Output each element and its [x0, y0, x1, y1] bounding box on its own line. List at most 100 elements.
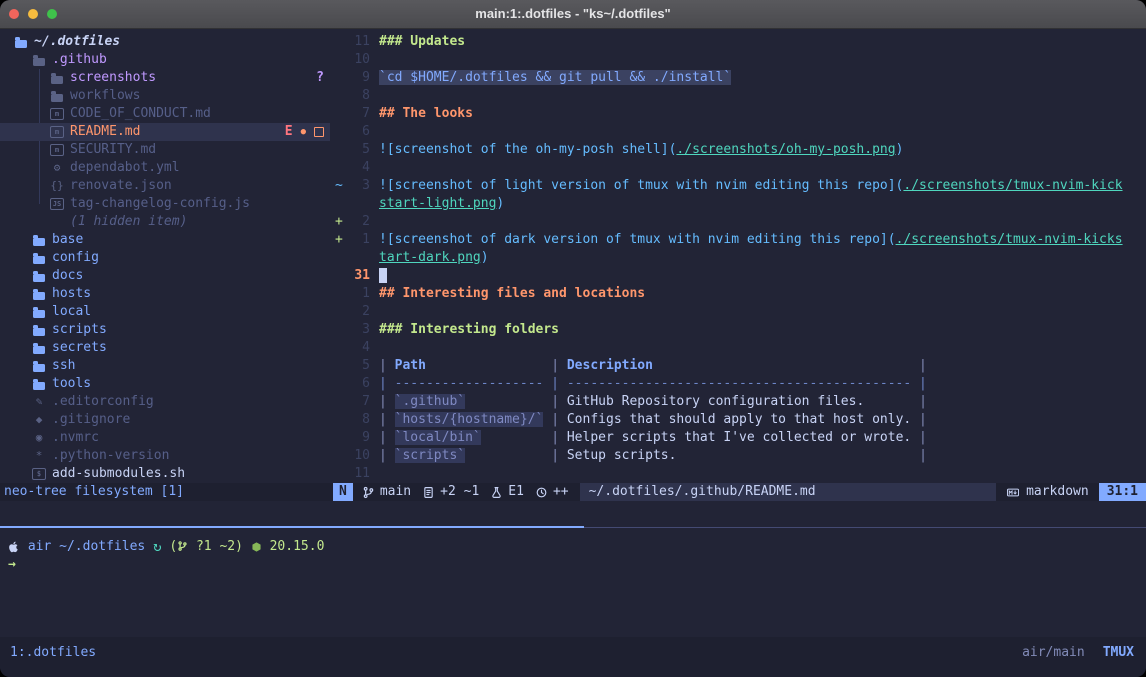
tree-item[interactable]: workflows: [0, 87, 330, 105]
tree-item[interactable]: hosts: [0, 285, 330, 303]
editor-line[interactable]: 2: [330, 303, 1146, 321]
editor-line[interactable]: 6: [330, 123, 1146, 141]
tree-item-label: README.md: [70, 123, 140, 141]
editor-line[interactable]: 7| `.github` | GitHub Repository configu…: [330, 393, 1146, 411]
editor-line[interactable]: 9`cd $HOME/.dotfiles && git pull && ./in…: [330, 69, 1146, 87]
editor-line[interactable]: 10| `scripts` | Setup scripts. |: [330, 447, 1146, 465]
file-icon: [422, 486, 435, 499]
line-number: [346, 249, 370, 267]
tree-item[interactable]: local: [0, 303, 330, 321]
tree-item[interactable]: *.python-version: [0, 447, 330, 465]
tree-item[interactable]: mCODE_OF_CONDUCT.md: [0, 105, 330, 123]
tree-item-label: tools: [52, 375, 91, 393]
diagnostics: E1: [490, 483, 524, 501]
tree-item[interactable]: .github: [0, 51, 330, 69]
tree-item[interactable]: mREADME.mdE●: [0, 123, 330, 141]
git-status-badges: ?: [316, 69, 324, 87]
editor-line[interactable]: 5| Path | Description |: [330, 357, 1146, 375]
gutter-sign: [330, 159, 346, 177]
editor-buffer[interactable]: 11### Updates 10 9`cd $HOME/.dotfiles &&…: [330, 33, 1146, 483]
git-status-counts: ?1 ~2: [196, 539, 235, 554]
asterisk-icon: *: [32, 449, 46, 463]
close-button[interactable]: [9, 9, 19, 19]
markdown-icon: m: [50, 143, 64, 157]
pencil-icon: ✎: [32, 395, 46, 409]
tree-item[interactable]: screenshots?: [0, 69, 330, 87]
tree-item-label: .editorconfig: [52, 393, 154, 411]
git-branch-icon: [362, 486, 375, 499]
line-text: [370, 339, 379, 357]
tmux-window-item[interactable]: 1:.dotfiles: [10, 644, 96, 662]
tree-item[interactable]: ◆.gitignore: [0, 411, 330, 429]
tree-item[interactable]: config: [0, 249, 330, 267]
editor-line[interactable]: 3### Interesting folders: [330, 321, 1146, 339]
editor-line[interactable]: 6| ------------------- | ---------------…: [330, 375, 1146, 393]
tree-item-label: secrets: [52, 339, 107, 357]
tree-item-label: .github: [52, 51, 107, 69]
tree-item[interactable]: mSECURITY.md: [0, 141, 330, 159]
tree-item[interactable]: ~/.dotfiles: [0, 33, 330, 51]
line-number: 31: [346, 267, 370, 285]
tree-item[interactable]: ⚙dependabot.yml: [0, 159, 330, 177]
git-branch: main: [362, 483, 411, 501]
braces-icon: {}: [50, 179, 64, 193]
gutter-sign: [330, 357, 346, 375]
tree-item[interactable]: ✎ .editorconfig: [0, 393, 330, 411]
tmux-pane-border-active[interactable]: [0, 526, 584, 528]
editor-line[interactable]: tart-dark.png): [330, 249, 1146, 267]
tree-item[interactable]: scripts: [0, 321, 330, 339]
shell-pane[interactable]: air ~/.dotfiles ↻ ( ?1 ~2) 20.15.0 →: [8, 538, 1146, 574]
git-branch-icon: [177, 540, 188, 552]
line-number: 11: [346, 465, 370, 483]
tree-item[interactable]: {}renovate.json: [0, 177, 330, 195]
editor-line[interactable]: 4: [330, 339, 1146, 357]
folder-icon: [32, 305, 46, 319]
zoom-button[interactable]: [47, 9, 57, 19]
editor-line[interactable]: 5![screenshot of the oh-my-posh shell](.…: [330, 141, 1146, 159]
tree-item[interactable]: ssh: [0, 357, 330, 375]
tree-item[interactable]: ◉.nvmrc: [0, 429, 330, 447]
tree-item[interactable]: $add-submodules.sh: [0, 465, 330, 483]
line-text: [370, 123, 379, 141]
line-number: 5: [346, 357, 370, 375]
tree-item[interactable]: (1 hidden item): [0, 213, 330, 231]
editor-line[interactable]: ~3![screenshot of light version of tmux …: [330, 177, 1146, 195]
line-text: start-light.png): [370, 195, 504, 213]
gutter-sign: +: [330, 231, 346, 249]
tree-item-label: hosts: [52, 285, 91, 303]
tree-item[interactable]: docs: [0, 267, 330, 285]
gutter-sign: [330, 267, 346, 285]
editor-line[interactable]: 31: [330, 267, 1146, 285]
tree-item[interactable]: JStag-changelog-config.js: [0, 195, 330, 213]
editor-line[interactable]: +2: [330, 213, 1146, 231]
ring-icon: ◉: [32, 431, 46, 445]
editor-line[interactable]: 1## Interesting files and locations: [330, 285, 1146, 303]
gutter-sign: [330, 105, 346, 123]
tree-item[interactable]: base: [0, 231, 330, 249]
modified-square-icon: [314, 127, 324, 137]
minimize-button[interactable]: [28, 9, 38, 19]
editor-line[interactable]: 8| `hosts/{hostname}/` | Configs that sh…: [330, 411, 1146, 429]
editor-line[interactable]: 9| `local/bin` | Helper scripts that I'v…: [330, 429, 1146, 447]
neo-tree-sidebar[interactable]: ~/.dotfiles.githubscreenshots?workflowsm…: [0, 28, 330, 483]
titlebar[interactable]: main:1:.dotfiles - "ks~/.dotfiles": [0, 0, 1146, 29]
editor-line[interactable]: 8: [330, 87, 1146, 105]
editor-line[interactable]: +1![screenshot of dark version of tmux w…: [330, 231, 1146, 249]
gutter-sign: [330, 339, 346, 357]
editor-line[interactable]: 4: [330, 159, 1146, 177]
line-text: | Path | Description |: [370, 357, 927, 375]
line-number: 9: [346, 429, 370, 447]
tree-item-label: tag-changelog-config.js: [70, 195, 250, 213]
line-text: ## Interesting files and locations: [370, 285, 645, 303]
editor-line[interactable]: start-light.png): [330, 195, 1146, 213]
tmux-client: ~/.dotfiles.githubscreenshots?workflowsm…: [0, 28, 1146, 677]
editor-line[interactable]: 10: [330, 51, 1146, 69]
tmux-status-bar: 1:.dotfiles air/main TMUX: [0, 637, 1146, 677]
tree-item[interactable]: secrets: [0, 339, 330, 357]
editor-line[interactable]: 11### Updates: [330, 33, 1146, 51]
tree-item[interactable]: tools: [0, 375, 330, 393]
line-text: [370, 159, 379, 177]
editor-line[interactable]: 7## The looks: [330, 105, 1146, 123]
editor-line[interactable]: 11: [330, 465, 1146, 483]
gutter-sign: [330, 69, 346, 87]
